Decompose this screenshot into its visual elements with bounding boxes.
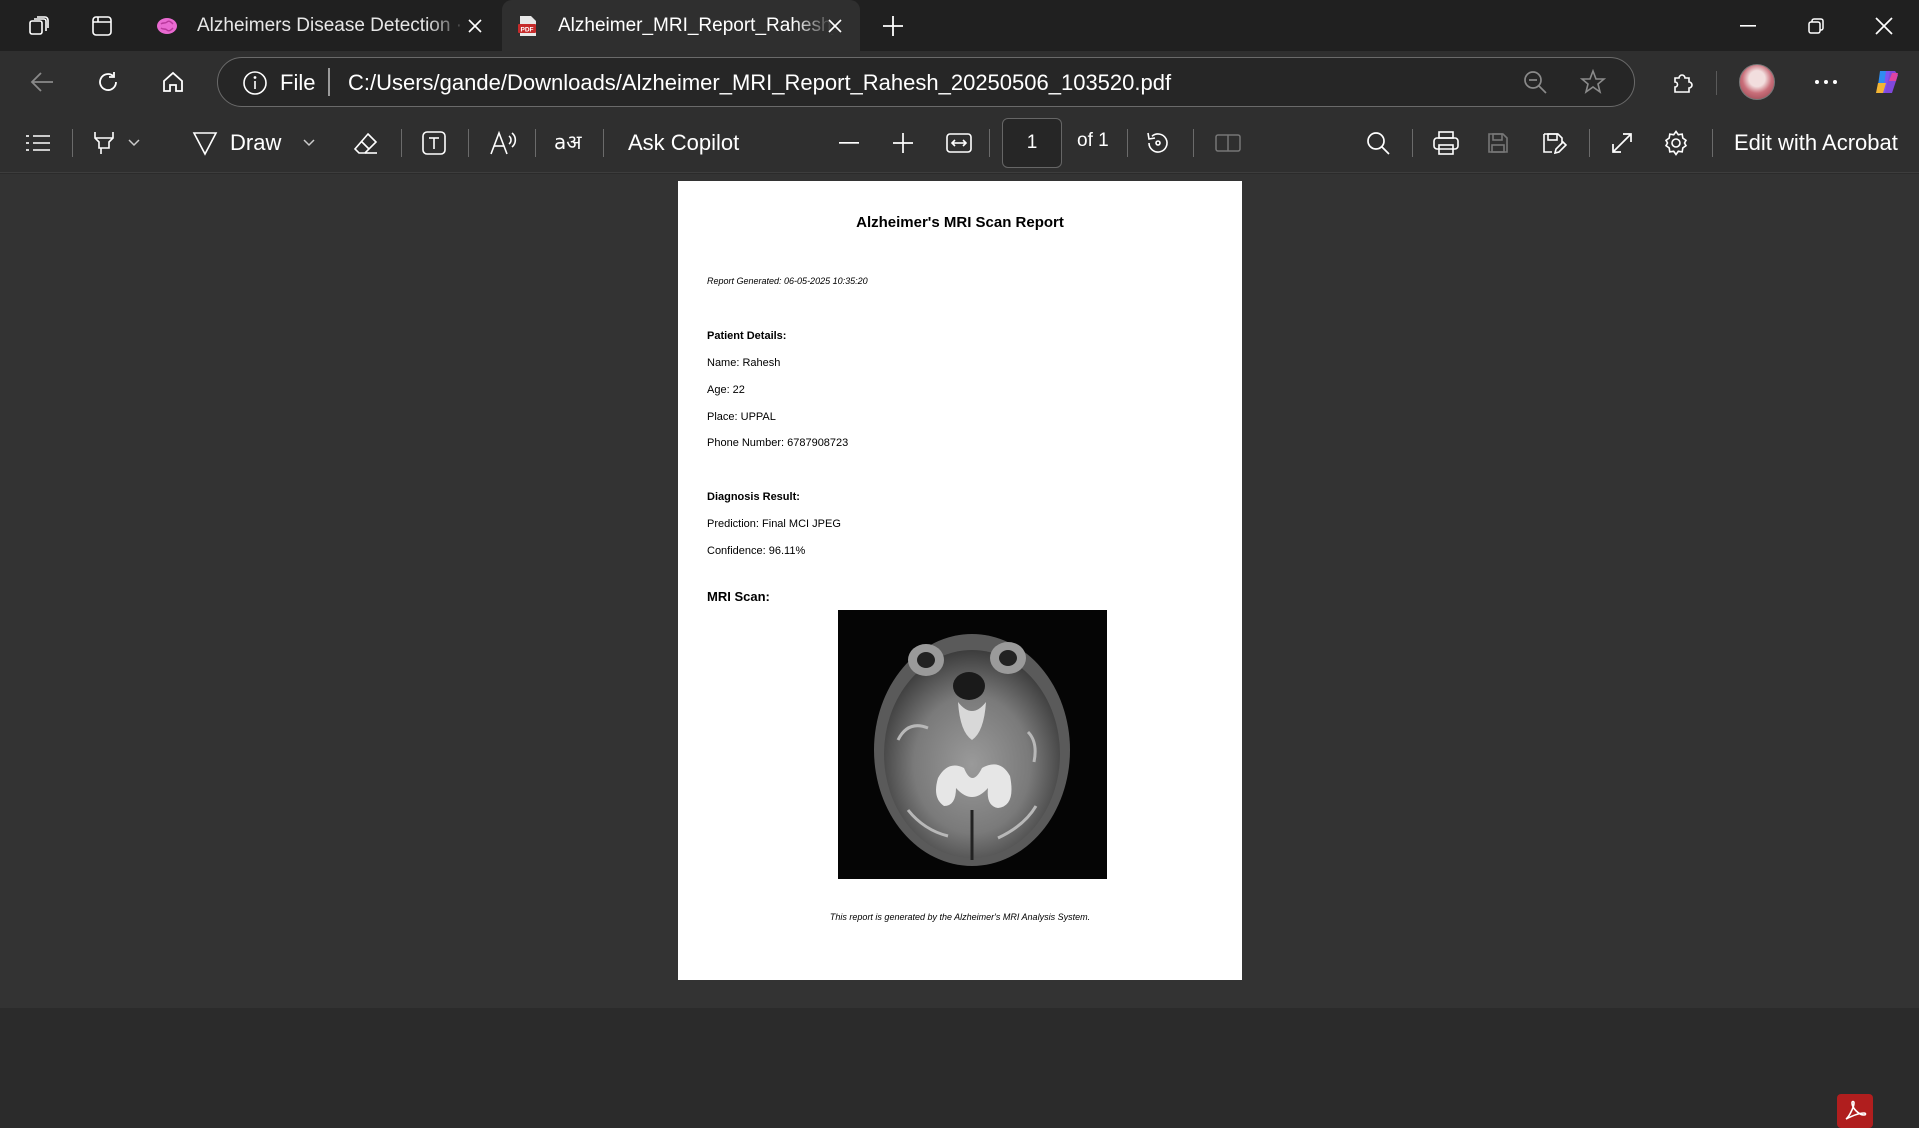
new-tab-icon[interactable]	[873, 8, 913, 44]
chevron-down-icon[interactable]	[128, 139, 140, 147]
close-window-icon[interactable]	[1850, 0, 1918, 51]
pdf-viewer: Alzheimer's MRI Scan Report Report Gener…	[0, 174, 1919, 1128]
find-icon[interactable]	[1365, 125, 1391, 161]
mri-scan-heading: MRI Scan:	[707, 589, 770, 604]
tab-title: Alzheimers Disease Detection · Streamlit	[197, 14, 467, 36]
address-bar[interactable]: File C:/Users/gande/Downloads/Alzheimer_…	[217, 57, 1635, 107]
back-icon[interactable]	[22, 62, 62, 102]
highlighter-icon	[92, 130, 116, 156]
diagnosis-heading: Diagnosis Result:	[707, 491, 800, 503]
draw-button[interactable]: Draw	[192, 125, 315, 161]
profile-avatar[interactable]	[1739, 64, 1775, 100]
chevron-down-icon[interactable]	[303, 139, 315, 147]
tab-title: Alzheimer_MRI_Report_Rahesh_20250506_103…	[558, 14, 834, 36]
rotate-icon[interactable]	[1145, 125, 1171, 161]
report-title: Alzheimer's MRI Scan Report	[856, 214, 1064, 231]
add-text-icon[interactable]	[421, 125, 447, 161]
zoom-out-icon[interactable]	[1522, 69, 1548, 95]
more-options-icon[interactable]	[1806, 62, 1846, 102]
report-footer: This report is generated by the Alzheime…	[829, 912, 1091, 922]
divider	[72, 129, 73, 157]
save-as-icon[interactable]	[1541, 125, 1567, 161]
svg-text:aअ: aअ	[554, 130, 582, 154]
divider	[535, 129, 536, 157]
highlight-button[interactable]	[92, 125, 140, 161]
navigation-bar: File C:/Users/gande/Downloads/Alzheimer_…	[0, 51, 1919, 113]
settings-gear-icon[interactable]	[1663, 125, 1689, 161]
report-generated-date: Report Generated: 06-05-2025 10:35:20	[707, 276, 868, 286]
translate-icon[interactable]: aअ	[554, 125, 586, 161]
pdf-toolbar: Draw aअ Ask Copilot 1 of 1 Edit with Acr…	[0, 113, 1919, 173]
svg-text:PDF: PDF	[521, 26, 534, 33]
ask-copilot-button[interactable]: Ask Copilot	[628, 125, 739, 161]
copilot-icon[interactable]	[1867, 62, 1907, 102]
page-number-input[interactable]: 1	[1002, 118, 1062, 168]
save-icon[interactable]	[1486, 125, 1510, 161]
mri-scan-image	[838, 610, 1107, 879]
patient-age: Age: 22	[707, 384, 745, 396]
divider	[328, 68, 330, 96]
divider	[989, 129, 990, 157]
patient-details-heading: Patient Details:	[707, 330, 787, 342]
divider	[1412, 129, 1413, 157]
close-tab-icon[interactable]	[462, 13, 488, 39]
divider	[603, 129, 604, 157]
acrobat-icon[interactable]	[1837, 1094, 1873, 1128]
close-tab-icon[interactable]	[822, 13, 848, 39]
tab-streamlit-app[interactable]: Alzheimers Disease Detection · Streamlit	[141, 0, 500, 51]
restore-icon[interactable]	[1782, 0, 1850, 51]
url-text[interactable]: C:/Users/gande/Downloads/Alzheimer_MRI_R…	[348, 70, 1171, 96]
page-total-label: of 1	[1077, 130, 1109, 151]
patient-name: Name: Rahesh	[707, 357, 781, 369]
patient-phone: Phone Number: 6787908723	[707, 437, 849, 449]
fit-width-icon[interactable]	[945, 125, 973, 161]
divider	[1716, 71, 1717, 95]
ask-copilot-label: Ask Copilot	[628, 130, 740, 155]
prediction-line: Prediction: Final MCI JPEG	[707, 518, 841, 530]
divider	[1712, 129, 1713, 157]
refresh-icon[interactable]	[88, 62, 128, 102]
edit-acrobat-label: Edit with Acrobat	[1734, 130, 1898, 155]
brain-icon	[155, 14, 179, 38]
zoom-out-icon[interactable]	[839, 125, 859, 161]
pdf-file-icon: PDF	[516, 14, 540, 38]
scheme-label: File	[280, 70, 316, 95]
divider	[1589, 129, 1590, 157]
divider	[401, 129, 402, 157]
confidence-line: Confidence: 96.11%	[707, 545, 806, 557]
fullscreen-icon[interactable]	[1610, 125, 1634, 161]
divider	[468, 129, 469, 157]
eraser-icon[interactable]	[353, 125, 379, 161]
read-aloud-icon[interactable]	[489, 125, 517, 161]
contents-icon[interactable]	[25, 125, 51, 161]
pdf-page: Alzheimer's MRI Scan Report Report Gener…	[678, 181, 1242, 980]
draw-label: Draw	[230, 130, 282, 155]
print-icon[interactable]	[1432, 125, 1460, 161]
pen-icon	[192, 130, 218, 156]
edit-with-acrobat-button[interactable]: Edit with Acrobat	[1734, 125, 1898, 161]
workspaces-icon[interactable]	[19, 8, 59, 44]
minimize-icon[interactable]	[1714, 0, 1782, 51]
info-icon[interactable]	[242, 70, 268, 96]
page-view-icon[interactable]	[1214, 125, 1242, 161]
tab-actions-icon[interactable]	[82, 8, 122, 44]
zoom-in-icon[interactable]	[893, 125, 913, 161]
patient-place: Place: UPPAL	[707, 411, 776, 423]
extensions-icon[interactable]	[1663, 62, 1703, 102]
favorite-star-icon[interactable]	[1580, 69, 1606, 95]
divider	[1127, 129, 1128, 157]
tab-bar: Alzheimers Disease Detection · Streamlit…	[0, 0, 1919, 51]
tab-pdf-report[interactable]: PDF Alzheimer_MRI_Report_Rahesh_20250506…	[502, 0, 860, 51]
divider	[1193, 129, 1194, 157]
home-icon[interactable]	[153, 62, 193, 102]
